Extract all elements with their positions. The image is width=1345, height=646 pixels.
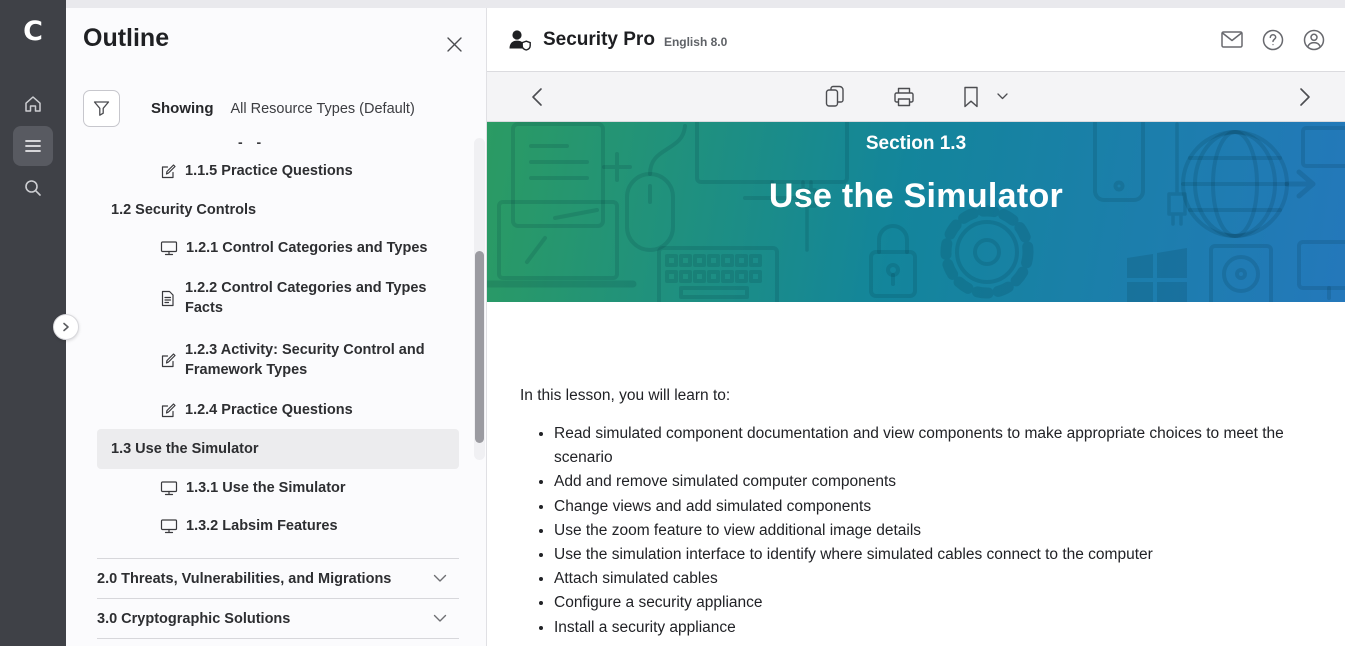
filter-button[interactable]	[83, 90, 120, 127]
video-monitor-icon	[160, 240, 178, 256]
chevron-down-icon	[433, 614, 447, 623]
outline-item-1-2-2[interactable]: 1.2.2 Control Categories and Types Facts	[97, 267, 459, 329]
outline-item-label: 1.3.2 Labsim Features	[186, 516, 338, 536]
lesson-objectives-list: Read simulated component documentation a…	[520, 422, 1300, 640]
outline-section-4-0[interactable]: 4.0 Identity and Access Management	[97, 639, 459, 646]
hamburger-menu-icon	[23, 138, 43, 154]
outline-item-truncated[interactable]: - -	[97, 134, 459, 152]
home-button[interactable]	[13, 84, 53, 124]
mail-icon	[1221, 31, 1243, 48]
outline-list: - - 1.1.5 Practice Questions 1.2 Securit…	[97, 134, 459, 646]
outline-section-1-2[interactable]: 1.2 Security Controls	[97, 190, 459, 229]
objective-item: Use the simulation interface to identify…	[554, 543, 1300, 567]
course-title: Security Pro	[543, 29, 655, 51]
bookmark-icon	[963, 86, 979, 108]
banner-text-block: Section 1.3 Use the Simulator	[487, 122, 1345, 302]
outline-item-1-1-5[interactable]: 1.1.5 Practice Questions	[97, 152, 459, 190]
outline-scrollbar-thumb[interactable]	[475, 251, 484, 443]
objective-item: Attach simulated cables	[554, 567, 1300, 591]
lesson-content: In this lesson, you will learn to: Read …	[487, 302, 1345, 640]
lesson-intro-text: In this lesson, you will learn to:	[520, 387, 1300, 405]
outline-item-1-2-3[interactable]: 1.2.3 Activity: Security Control and Fra…	[97, 329, 459, 391]
outline-menu-button[interactable]	[13, 126, 53, 166]
objective-item: Add and remove simulated computer compon…	[554, 470, 1300, 494]
outline-item-label: 1.3.1 Use the Simulator	[186, 478, 346, 498]
objective-item: Use the zoom feature to view additional …	[554, 519, 1300, 543]
outline-title: Outline	[83, 24, 169, 53]
filter-funnel-icon	[93, 100, 110, 117]
practice-questions-icon	[160, 163, 177, 180]
main-column: Security Pro English 8.0	[487, 8, 1345, 646]
outline-item-label: 1.2.1 Control Categories and Types	[186, 238, 427, 258]
close-icon	[446, 36, 463, 53]
outline-section-3-0[interactable]: 3.0 Cryptographic Solutions	[97, 599, 459, 638]
chevron-right-icon	[1299, 87, 1311, 107]
objective-item: Configure a security appliance	[554, 591, 1300, 615]
objective-item: Change views and add simulated component…	[554, 495, 1300, 519]
outline-item-label: 1.2.4 Practice Questions	[185, 400, 353, 420]
objective-item: Read simulated component documentation a…	[554, 422, 1300, 470]
outline-section-label: 2.0 Threats, Vulnerabilities, and Migrat…	[97, 571, 391, 587]
account-button[interactable]	[1303, 29, 1325, 51]
home-icon	[23, 94, 43, 114]
activity-edit-icon	[160, 352, 177, 369]
course-brand: Security Pro English 8.0	[507, 28, 727, 52]
resource-filter-row: Showing All Resource Types (Default)	[83, 90, 415, 127]
objective-item: Install a security appliance	[554, 616, 1300, 640]
outline-item-1-3-1[interactable]: 1.3.1 Use the Simulator	[97, 469, 459, 507]
banner-section-label: Section 1.3	[487, 133, 1345, 155]
video-monitor-icon	[160, 480, 178, 496]
bookmark-menu-caret[interactable]	[997, 93, 1008, 100]
course-version: English 8.0	[664, 35, 727, 49]
print-button[interactable]	[893, 86, 915, 108]
outline-section-1-3-selected[interactable]: 1.3 Use the Simulator	[97, 429, 459, 469]
outline-item-1-2-1[interactable]: 1.2.1 Control Categories and Types	[97, 229, 459, 267]
outline-section-label: 3.0 Cryptographic Solutions	[97, 611, 290, 627]
search-icon	[23, 178, 43, 198]
lesson-toolbar	[487, 72, 1345, 122]
outline-item-label: 1.1.5 Practice Questions	[185, 161, 353, 181]
header-actions	[1221, 29, 1325, 51]
next-lesson-button[interactable]	[1299, 87, 1311, 107]
toolbar-center-group	[487, 85, 1345, 109]
outline-section-2-0[interactable]: 2.0 Threats, Vulnerabilities, and Migrat…	[97, 559, 459, 598]
outline-item-1-3-2[interactable]: 1.3.2 Labsim Features	[97, 507, 459, 545]
filter-value: All Resource Types (Default)	[231, 101, 415, 117]
outline-item-label: 1.2.3 Activity: Security Control and Fra…	[185, 340, 459, 380]
account-icon	[1303, 29, 1325, 51]
banner-lesson-title: Use the Simulator	[487, 177, 1345, 216]
help-icon	[1262, 29, 1284, 51]
outline-close-button[interactable]	[442, 32, 466, 56]
copy-icon	[825, 85, 845, 109]
caret-down-icon	[997, 93, 1008, 100]
bookmark-button[interactable]	[963, 86, 979, 108]
app-logo[interactable]: C	[0, 16, 66, 48]
practice-questions-icon	[160, 402, 177, 419]
chevron-down-icon	[433, 574, 447, 583]
help-button[interactable]	[1262, 29, 1284, 51]
print-icon	[893, 86, 915, 108]
outline-item-1-2-4[interactable]: 1.2.4 Practice Questions	[97, 391, 459, 429]
panel-expand-button[interactable]	[53, 314, 79, 340]
outline-item-label: 1.2.2 Control Categories and Types Facts	[185, 278, 459, 318]
security-pro-user-shield-icon	[507, 28, 533, 52]
filter-label: Showing	[151, 100, 214, 117]
chevron-right-icon	[61, 322, 71, 332]
outline-panel: Outline Showing All Resource Types (Defa…	[66, 8, 487, 646]
messages-button[interactable]	[1221, 31, 1243, 48]
course-header: Security Pro English 8.0	[487, 8, 1345, 72]
video-monitor-icon	[160, 518, 178, 534]
fact-document-icon	[160, 290, 177, 307]
copy-button[interactable]	[825, 85, 845, 109]
section-banner: Section 1.3 Use the Simulator	[487, 122, 1345, 302]
search-button[interactable]	[13, 168, 53, 208]
